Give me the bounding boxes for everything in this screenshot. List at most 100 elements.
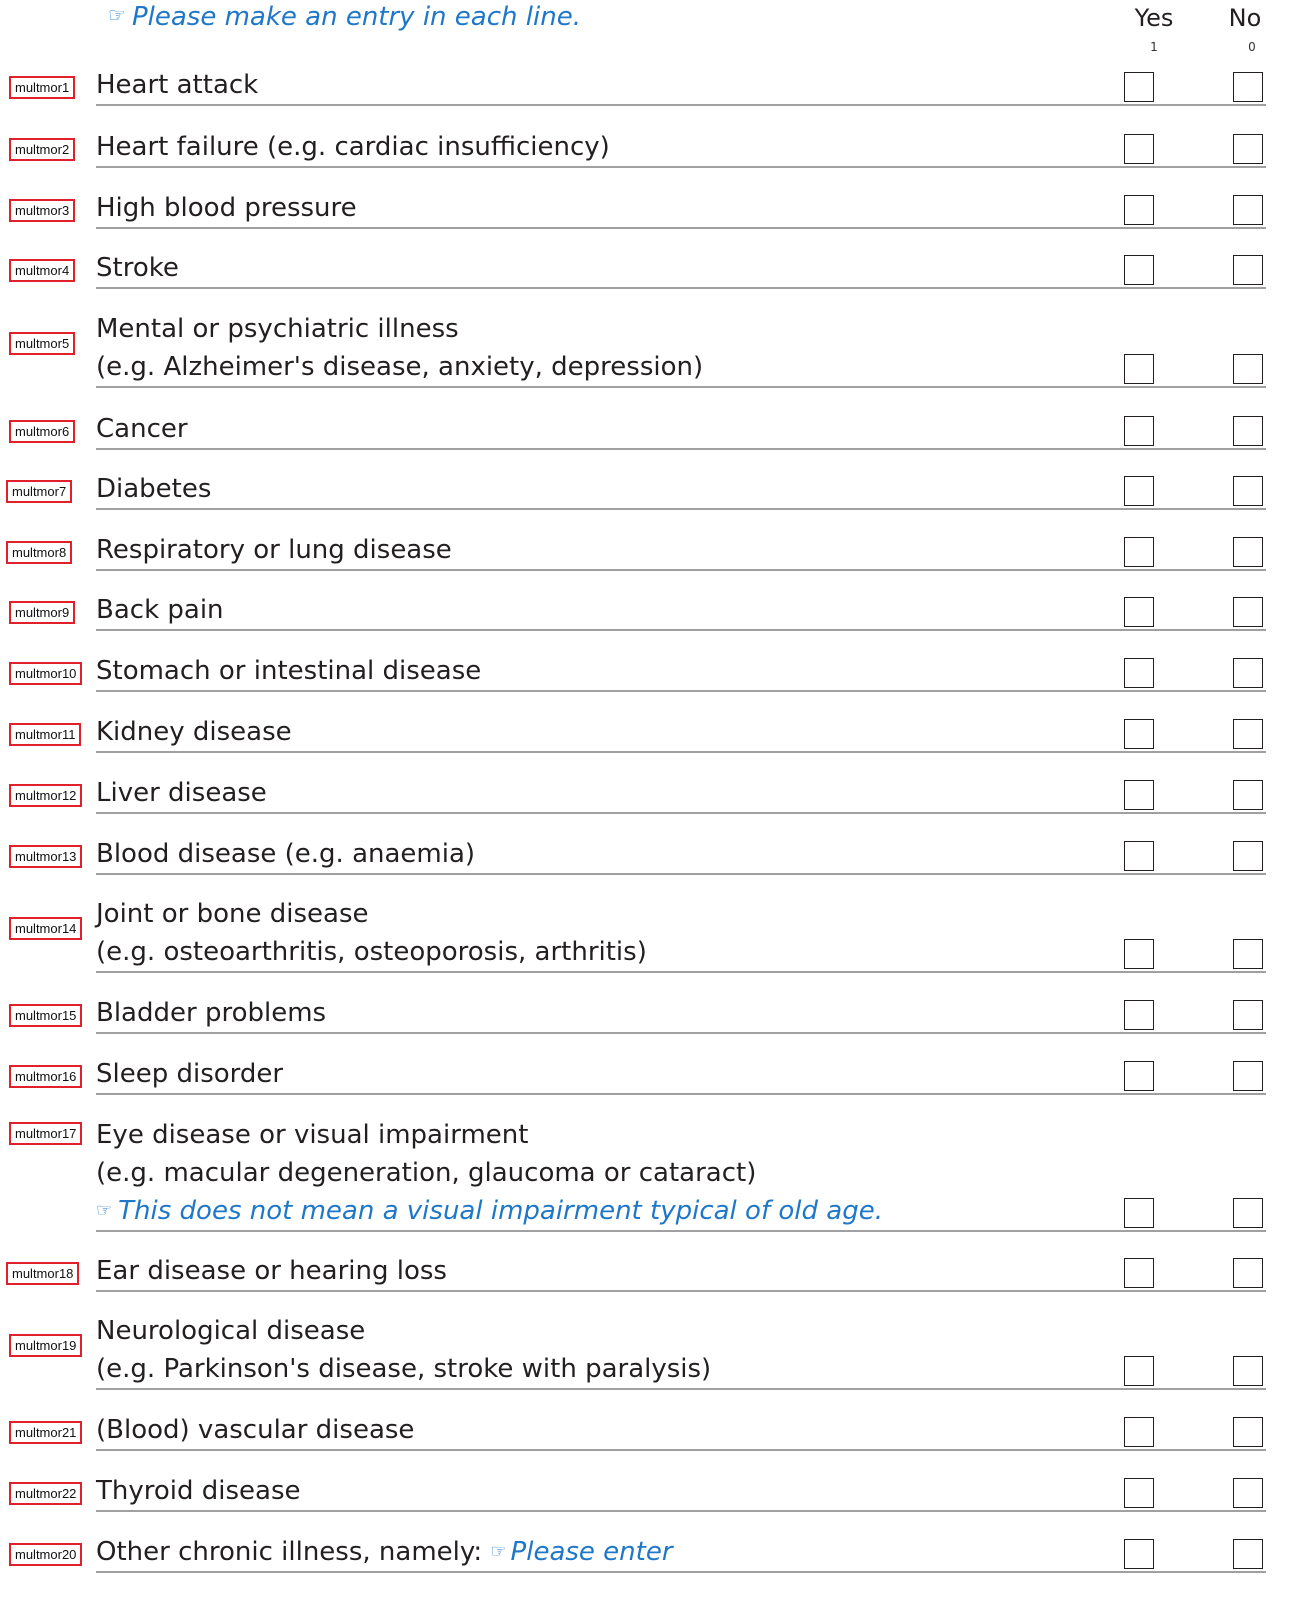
- no-checkbox[interactable]: [1233, 416, 1263, 446]
- instruction: ☞ Please make an entry in each line.: [108, 2, 581, 32]
- question-label: High blood pressure: [96, 189, 1266, 229]
- yes-checkbox[interactable]: [1124, 939, 1154, 969]
- variable-code-tag: multmor14: [9, 917, 83, 940]
- variable-code-tag: multmor4: [9, 259, 76, 282]
- yes-column-header: Yes: [1134, 4, 1174, 32]
- question-label: Stroke: [96, 249, 1266, 289]
- no-checkbox[interactable]: [1233, 1258, 1263, 1288]
- no-checkbox[interactable]: [1233, 1000, 1263, 1030]
- question-text-line: (e.g. osteoarthritis, osteoporosis, arth…: [96, 937, 647, 967]
- question-text-line: (e.g. macular degeneration, glaucoma or …: [96, 1158, 757, 1188]
- no-checkbox[interactable]: [1233, 72, 1263, 102]
- no-checkbox[interactable]: [1233, 1478, 1263, 1508]
- question-text-line: Back pain: [96, 595, 224, 625]
- no-checkbox[interactable]: [1233, 1417, 1263, 1447]
- question-label: Liver disease: [96, 774, 1266, 814]
- question-label: Thyroid disease: [96, 1472, 1266, 1512]
- question-label: Other chronic illness, namely: ☞ Please e…: [96, 1533, 1266, 1573]
- yes-checkbox[interactable]: [1124, 1478, 1154, 1508]
- yes-checkbox[interactable]: [1124, 597, 1154, 627]
- question-text-line: Ear disease or hearing loss: [96, 1256, 447, 1286]
- no-column-header: No: [1228, 4, 1262, 32]
- no-checkbox[interactable]: [1233, 841, 1263, 871]
- yes-checkbox[interactable]: [1124, 1539, 1154, 1569]
- no-checkbox[interactable]: [1233, 658, 1263, 688]
- variable-code-tag: multmor7: [6, 480, 73, 503]
- instruction-text: Please make an entry in each line.: [131, 2, 581, 32]
- no-checkbox[interactable]: [1233, 780, 1263, 810]
- question-text-line: Stomach or intestinal disease: [96, 656, 482, 686]
- pointing-hand-icon: ☞: [108, 3, 126, 27]
- question-label: (Blood) vascular disease: [96, 1411, 1266, 1451]
- no-checkbox[interactable]: [1233, 255, 1263, 285]
- yes-checkbox[interactable]: [1124, 354, 1154, 384]
- variable-code-tag: multmor11: [9, 723, 82, 746]
- question-note: ☞ This does not mean a visual impairment …: [96, 1192, 1266, 1230]
- no-checkbox[interactable]: [1233, 719, 1263, 749]
- question-text-line: (e.g. Parkinson's disease, stroke with p…: [96, 1354, 712, 1384]
- question-label: Kidney disease: [96, 713, 1266, 753]
- variable-code-tag: multmor20: [9, 1543, 83, 1566]
- yes-checkbox[interactable]: [1124, 476, 1154, 506]
- no-checkbox[interactable]: [1233, 195, 1263, 225]
- variable-code-tag: multmor9: [9, 601, 76, 624]
- no-checkbox[interactable]: [1233, 134, 1263, 164]
- question-text-line: Other chronic illness, namely: ☞ Please e…: [96, 1533, 1266, 1571]
- question-label: Back pain: [96, 591, 1266, 631]
- question-label: Joint or bone disease (e.g. osteoarthriti…: [96, 895, 1266, 973]
- no-checkbox[interactable]: [1233, 1539, 1263, 1569]
- question-label: Ear disease or hearing loss: [96, 1252, 1266, 1292]
- yes-checkbox[interactable]: [1124, 537, 1154, 567]
- no-checkbox[interactable]: [1233, 1198, 1263, 1228]
- enter-hint: ☞ Please enter: [482, 1537, 672, 1567]
- yes-checkbox[interactable]: [1124, 841, 1154, 871]
- question-label: Stomach or intestinal disease: [96, 652, 1266, 692]
- variable-code-tag: multmor17: [9, 1122, 83, 1145]
- question-text-line: Stroke: [96, 253, 179, 283]
- yes-checkbox[interactable]: [1124, 780, 1154, 810]
- question-label: Blood disease (e.g. anaemia): [96, 835, 1266, 875]
- question-text-line: Cancer: [96, 414, 188, 444]
- variable-code-tag: multmor15: [9, 1004, 83, 1027]
- question-text-line: (e.g. Alzheimer's disease, anxiety, depr…: [96, 352, 704, 382]
- no-checkbox[interactable]: [1233, 537, 1263, 567]
- question-label: Sleep disorder: [96, 1055, 1266, 1095]
- yes-checkbox[interactable]: [1124, 658, 1154, 688]
- variable-code-tag: multmor12: [9, 784, 83, 807]
- yes-checkbox[interactable]: [1124, 1061, 1154, 1091]
- question-label: Bladder problems: [96, 994, 1266, 1034]
- question-label: Respiratory or lung disease: [96, 531, 1266, 571]
- yes-checkbox[interactable]: [1124, 416, 1154, 446]
- yes-checkbox[interactable]: [1124, 195, 1154, 225]
- yes-checkbox[interactable]: [1124, 719, 1154, 749]
- no-checkbox[interactable]: [1233, 476, 1263, 506]
- variable-code-tag: multmor2: [9, 138, 76, 161]
- yes-checkbox[interactable]: [1124, 1000, 1154, 1030]
- question-label: Mental or psychiatric illness (e.g. Alzhe…: [96, 310, 1266, 388]
- question-text-line: Blood disease (e.g. anaemia): [96, 839, 476, 869]
- question-label: Cancer: [96, 410, 1266, 450]
- yes-checkbox[interactable]: [1124, 72, 1154, 102]
- variable-code-tag: multmor16: [9, 1065, 83, 1088]
- question-note-text: This does not mean a visual impairment t…: [118, 1196, 883, 1226]
- yes-checkbox[interactable]: [1124, 1417, 1154, 1447]
- no-checkbox[interactable]: [1233, 1356, 1263, 1386]
- question-label: Heart failure (e.g. cardiac insufficienc…: [96, 128, 1266, 168]
- yes-checkbox[interactable]: [1124, 134, 1154, 164]
- variable-code-tag: multmor3: [9, 199, 76, 222]
- yes-checkbox[interactable]: [1124, 255, 1154, 285]
- question-label: Diabetes: [96, 470, 1266, 510]
- no-checkbox[interactable]: [1233, 939, 1263, 969]
- question-text-line: Eye disease or visual impairment: [96, 1120, 529, 1150]
- no-checkbox[interactable]: [1233, 354, 1263, 384]
- no-checkbox[interactable]: [1233, 1061, 1263, 1091]
- yes-checkbox[interactable]: [1124, 1258, 1154, 1288]
- variable-code-tag: multmor10: [9, 662, 83, 685]
- question-text-line: Respiratory or lung disease: [96, 535, 452, 565]
- yes-checkbox[interactable]: [1124, 1356, 1154, 1386]
- pointing-hand-icon: ☞: [490, 1541, 507, 1562]
- yes-checkbox[interactable]: [1124, 1198, 1154, 1228]
- variable-code-tag: multmor13: [9, 845, 83, 868]
- yes-column-code: 1: [1150, 40, 1158, 54]
- no-checkbox[interactable]: [1233, 597, 1263, 627]
